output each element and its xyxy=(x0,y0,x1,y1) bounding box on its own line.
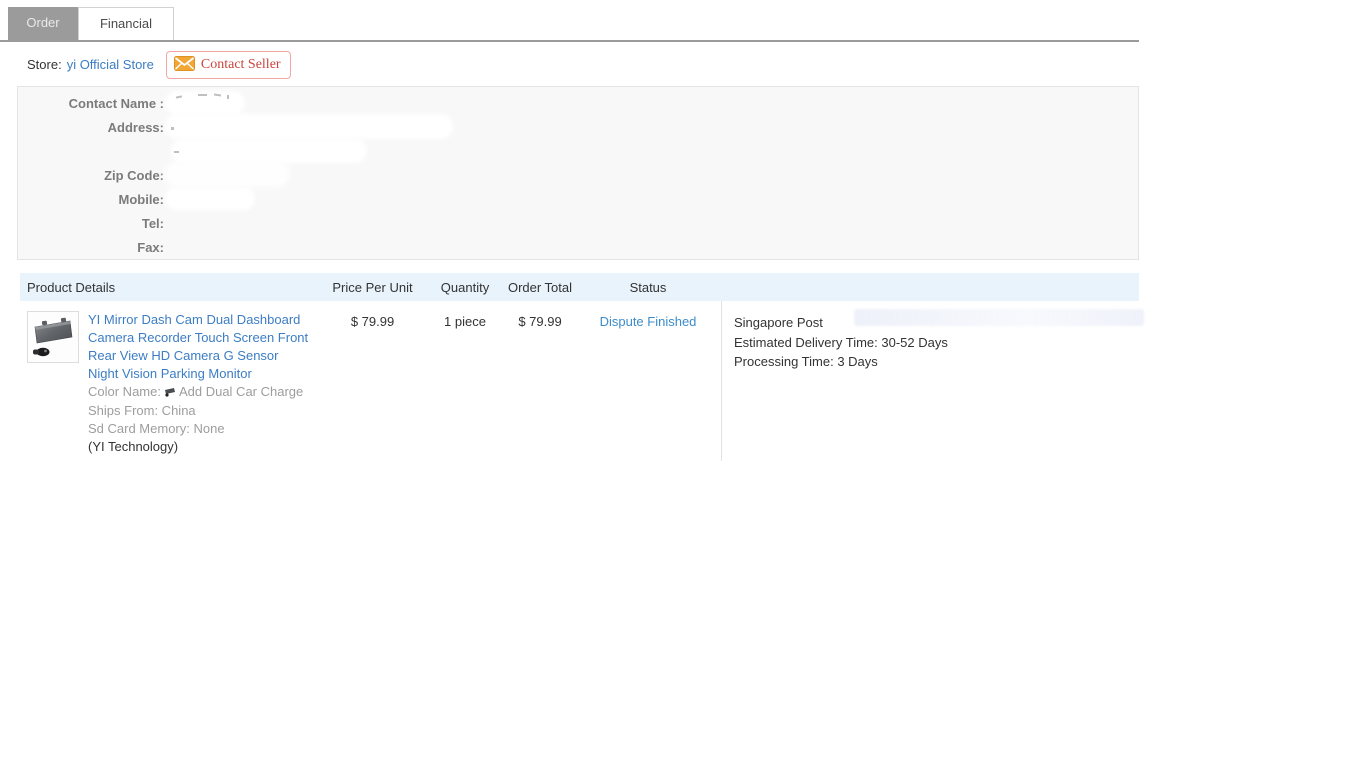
price-per-unit-cell: $ 79.99 xyxy=(320,301,425,461)
product-details-cell: YI Mirror Dash Cam Dual Dashboard Camera… xyxy=(20,301,320,461)
redacted-mobile xyxy=(169,191,251,206)
product-title-link[interactable]: Rear View HD Camera G Sensor xyxy=(88,347,316,365)
address-label: Address: xyxy=(18,116,164,140)
product-title-link[interactable]: Camera Recorder Touch Screen Front xyxy=(88,329,316,347)
dash-cam-mirror-image xyxy=(28,312,78,362)
sd-card-attribute: Sd Card Memory: None xyxy=(88,420,316,438)
processing-time: Processing Time: 3 Days xyxy=(734,352,1139,372)
store-label: Store: xyxy=(27,57,62,72)
order-detail-page: Order Financial Store: yi Official Store… xyxy=(0,0,1139,461)
tab-bar: Order Financial xyxy=(0,0,1139,42)
header-status: Status xyxy=(575,280,721,295)
product-thumbnail[interactable] xyxy=(27,311,79,363)
color-name-attribute: Color Name:Add Dual Car Charge xyxy=(88,383,316,402)
fax-row: Fax: xyxy=(18,236,1138,260)
contact-seller-button[interactable]: Contact Seller xyxy=(166,51,291,79)
tel-row: Tel: xyxy=(18,212,1138,236)
product-text-block: YI Mirror Dash Cam Dual Dashboard Camera… xyxy=(88,311,316,461)
order-total-cell: $ 79.99 xyxy=(505,301,575,461)
header-price-per-unit: Price Per Unit xyxy=(320,280,425,295)
envelope-icon xyxy=(174,56,195,74)
header-quantity: Quantity xyxy=(425,280,505,295)
mobile-label: Mobile: xyxy=(18,188,164,212)
ships-from-attribute: Ships From: China xyxy=(88,402,316,420)
zip-code-label: Zip Code: xyxy=(18,164,164,188)
redacted-address-line-2 xyxy=(175,143,363,159)
order-item-row: YI Mirror Dash Cam Dual Dashboard Camera… xyxy=(20,301,1139,461)
status-cell: Dispute Finished xyxy=(575,301,721,461)
quantity-cell: 1 piece xyxy=(425,301,505,461)
header-order-total: Order Total xyxy=(505,280,575,295)
redacted-zip-code xyxy=(169,167,285,182)
product-title-link[interactable]: YI Mirror Dash Cam Dual Dashboard xyxy=(88,311,316,329)
estimated-delivery-time: Estimated Delivery Time: 30-52 Days xyxy=(734,333,1139,353)
dispute-finished-link[interactable]: Dispute Finished xyxy=(600,314,697,329)
contact-info-box: Contact Name : Address: Zip Code: Mobile… xyxy=(17,86,1139,260)
redacted-tracking-info xyxy=(854,309,1144,326)
order-items-table: Product Details Price Per Unit Quantity … xyxy=(20,273,1139,461)
contact-seller-label: Contact Seller xyxy=(201,57,281,73)
store-name-link[interactable]: yi Official Store xyxy=(67,57,154,72)
color-option-mini-icon xyxy=(163,385,177,400)
brand-name: (YI Technology) xyxy=(88,438,316,456)
fax-label: Fax: xyxy=(18,236,164,260)
tab-order[interactable]: Order xyxy=(8,7,78,40)
tab-financial[interactable]: Financial xyxy=(78,7,174,40)
store-bar: Store: yi Official Store Contact Seller xyxy=(0,42,1139,86)
redacted-address-line-1 xyxy=(169,118,449,135)
table-header-row: Product Details Price Per Unit Quantity … xyxy=(20,273,1139,301)
contact-name-label: Contact Name : xyxy=(18,92,164,116)
shipping-info-cell: Singapore Post Estimated Delivery Time: … xyxy=(721,301,1139,461)
product-title-link[interactable]: Night Vision Parking Monitor xyxy=(88,365,316,383)
header-product-details: Product Details xyxy=(20,280,320,295)
tel-label: Tel: xyxy=(18,212,164,236)
